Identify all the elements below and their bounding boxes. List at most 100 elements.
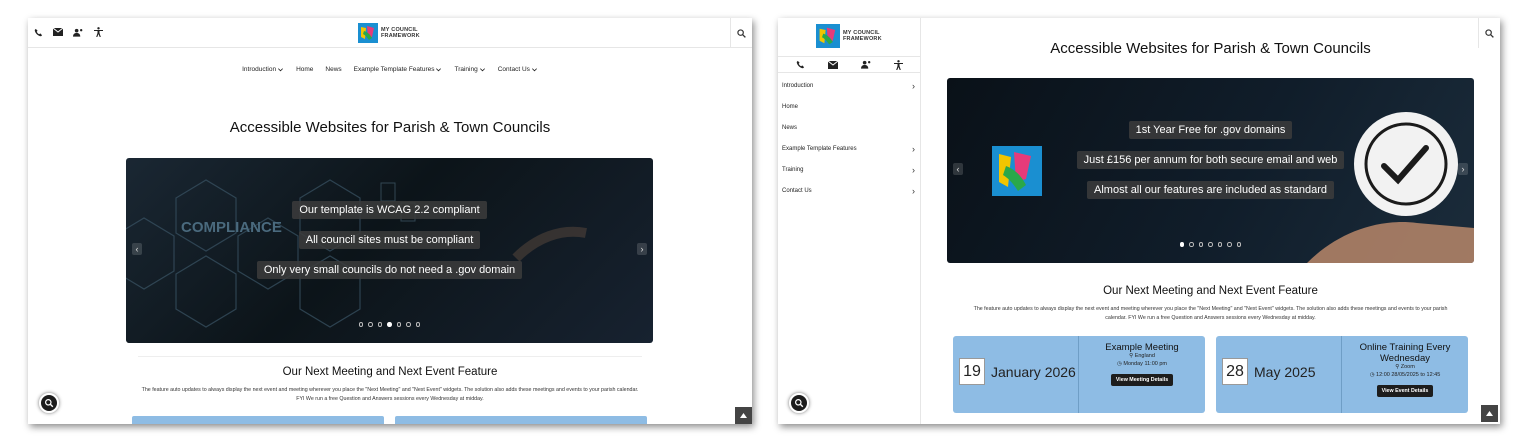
meeting-location-text: England (1134, 353, 1155, 359)
nav-label: Example Template Features (353, 66, 435, 73)
carousel-indicators (126, 322, 653, 327)
sidebar-item-home[interactable]: Home (778, 96, 921, 117)
meeting-day: 19 (959, 358, 985, 385)
carousel-next-button[interactable]: › (1458, 163, 1468, 175)
slide-line-3: Almost all our features are included as … (1087, 181, 1334, 199)
next-meeting-card: 19 January 2026 Example Meeting ⚲ Englan… (953, 336, 1205, 413)
carousel-next-button[interactable]: › (637, 243, 647, 255)
carousel-dot[interactable] (396, 322, 402, 327)
carousel-dot[interactable] (387, 322, 392, 327)
back-to-top-button[interactable] (735, 407, 752, 424)
carousel-dot[interactable] (1189, 242, 1194, 247)
meeting-date: 19 January 2026 (959, 358, 1076, 385)
carousel-indicators (947, 242, 1474, 247)
chevron-right-icon: › (912, 185, 915, 196)
sidebar-item-news[interactable]: News (778, 117, 921, 138)
nav-item-contact-us[interactable]: Contact Us (498, 66, 538, 73)
brand-line-2: FRAMEWORK (843, 36, 882, 42)
logo-mark-icon (816, 24, 840, 48)
contact-person-icon[interactable] (860, 59, 871, 70)
carousel-prev-button[interactable]: ‹ (953, 163, 963, 175)
event-date: 28 May 2025 (1222, 358, 1315, 385)
accessibility-icon[interactable] (894, 59, 904, 70)
email-icon[interactable] (53, 26, 63, 38)
slide-text-group: 1st Year Free for .gov domains Just £156… (947, 121, 1474, 199)
site-logo[interactable]: MY COUNCIL FRAMEWORK (358, 23, 420, 43)
event-location: ⚲ Zoom (1342, 364, 1468, 372)
accessibility-icon[interactable] (93, 26, 103, 38)
accessibility-widget-button[interactable] (788, 392, 810, 414)
slide-line-1: Our template is WCAG 2.2 compliant (292, 201, 487, 219)
event-month-year: May 2025 (1254, 363, 1316, 380)
clock-icon: ◷ (1117, 360, 1122, 367)
carousel-dot[interactable] (377, 322, 383, 327)
nav-item-home[interactable]: Home (296, 66, 313, 73)
event-time: ◷ 12:00 28/05/2025 to 12:45 (1342, 372, 1468, 380)
slide-line-3: Only very small councils do not need a .… (256, 261, 523, 279)
carousel-dot[interactable] (1179, 242, 1185, 247)
phone-icon[interactable] (795, 59, 805, 70)
event-name: Online Training Every Wednesday (1359, 342, 1451, 364)
accessibility-widget-button[interactable] (38, 392, 60, 414)
meeting-location: ⚲ England (1079, 353, 1205, 361)
next-event-card: 28 May 2025 Online Training Every Wednes… (1216, 336, 1468, 413)
sidebar-item-label: Introduction (782, 82, 814, 89)
sidebar-item-introduction[interactable]: Introduction › (778, 75, 921, 96)
sidebar-item-training[interactable]: Training › (778, 159, 921, 180)
chevron-right-icon: › (912, 143, 915, 154)
chevron-down-icon (278, 68, 284, 72)
meeting-time-text: Monday 11:00 pm (1123, 360, 1167, 367)
nav-item-introduction[interactable]: Introduction (242, 66, 284, 73)
phone-icon[interactable] (33, 26, 43, 38)
event-location-text: Zoom (1400, 364, 1415, 370)
view-event-details-button[interactable]: View Event Details (1376, 385, 1434, 397)
carousel-dot[interactable] (1208, 242, 1213, 247)
nav-item-template-features[interactable]: Example Template Features (354, 66, 443, 73)
magnifier-icon (45, 399, 54, 408)
search-button[interactable] (730, 18, 752, 48)
search-icon (1485, 28, 1494, 38)
magnifier-icon (795, 399, 804, 408)
sidebar-item-contact-us[interactable]: Contact Us › (778, 180, 921, 201)
carousel-dot[interactable] (1227, 242, 1232, 247)
email-icon[interactable] (828, 59, 839, 70)
next-event-card (395, 416, 647, 424)
nav-item-news[interactable]: News (325, 66, 341, 73)
event-time-text: 12:00 28/05/2025 to 12:45 (1376, 371, 1441, 378)
hero-carousel[interactable]: 1st Year Free for .gov domains Just £156… (947, 78, 1474, 263)
carousel-prev-button[interactable]: ‹ (132, 243, 142, 255)
sidebar-item-label: Training (782, 166, 804, 173)
nav-label: Home (296, 66, 314, 73)
section-description: The feature auto updates to always displ… (973, 306, 1448, 321)
nav-label: Training (454, 66, 478, 73)
sidebar-item-label: News (782, 124, 798, 131)
carousel-dot[interactable] (406, 322, 411, 327)
view-meeting-details-button[interactable]: View Meeting Details (1110, 374, 1174, 386)
carousel-dot[interactable] (358, 322, 364, 327)
carousel-dot[interactable] (1198, 242, 1204, 247)
carousel-dot[interactable] (415, 322, 421, 327)
sidebar-contact-icons (778, 56, 921, 73)
hero-carousel[interactable]: COMPLIANCE Our template is WCAG 2.2 comp… (126, 158, 653, 343)
back-to-top-button[interactable] (1481, 405, 1498, 422)
nav-label: Introduction (242, 66, 277, 73)
slide-line-2: Just £156 per annum for both secure emai… (1076, 151, 1345, 169)
chevron-up-icon (1486, 411, 1493, 416)
carousel-dot[interactable] (1217, 242, 1223, 247)
page-title: Accessible Websites for Parish & Town Co… (1050, 40, 1371, 57)
contact-person-icon[interactable] (73, 26, 83, 38)
sidebar-item-template-features[interactable]: Example Template Features › (778, 138, 921, 159)
slide-line-2: All council sites must be compliant (298, 231, 481, 249)
sidebar-item-label: Home (782, 103, 799, 110)
meeting-month-year: January 2026 (991, 363, 1076, 380)
main-nav: Introduction Home News Example Template … (28, 66, 752, 73)
search-icon (737, 28, 746, 38)
chevron-right-icon: › (912, 80, 915, 91)
carousel-dot[interactable] (368, 322, 373, 327)
brand-line-2: FRAMEWORK (381, 33, 420, 39)
site-logo[interactable]: MY COUNCIL FRAMEWORK (816, 24, 882, 48)
next-meeting-card (132, 416, 384, 424)
carousel-dot[interactable] (1236, 242, 1242, 247)
nav-item-training[interactable]: Training (454, 66, 485, 73)
page-title: Accessible Websites for Parish & Town Co… (229, 119, 551, 136)
